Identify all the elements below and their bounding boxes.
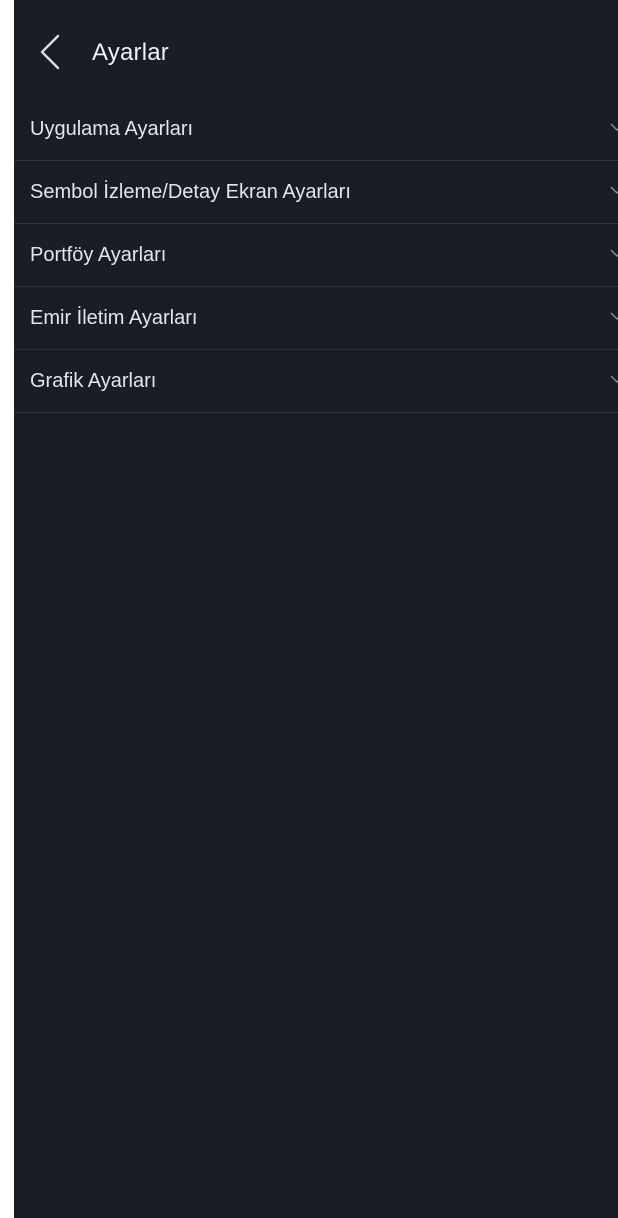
settings-item-label: Emir İletim Ayarları [30,307,198,329]
settings-screen: Ayarlar Uygulama Ayarları Sembol İzleme/… [14,0,618,1218]
back-button[interactable] [34,32,74,72]
chevron-down-icon [610,374,618,384]
settings-item-label: Uygulama Ayarları [30,118,194,140]
settings-item-grafik[interactable]: Grafik Ayarları [14,350,618,413]
chevron-down-icon [610,311,618,321]
settings-item-label: Grafik Ayarları [30,370,157,392]
chevron-down-icon [610,185,618,195]
settings-item-uygulama[interactable]: Uygulama Ayarları [14,98,618,161]
settings-item-emir-iletim[interactable]: Emir İletim Ayarları [14,287,618,350]
page-title: Ayarlar [92,39,169,66]
chevron-down-icon [610,248,618,258]
settings-item-label: Portföy Ayarları [30,244,167,266]
settings-item-sembol-izleme[interactable]: Sembol İzleme/Detay Ekran Ayarları [14,161,618,224]
settings-list: Uygulama Ayarları Sembol İzleme/Detay Ek… [14,98,618,413]
chevron-down-icon [610,122,618,132]
settings-item-portfoy[interactable]: Portföy Ayarları [14,224,618,287]
settings-item-label: Sembol İzleme/Detay Ekran Ayarları [30,181,351,203]
chevron-left-icon [40,34,60,70]
header-bar: Ayarlar [14,0,618,98]
